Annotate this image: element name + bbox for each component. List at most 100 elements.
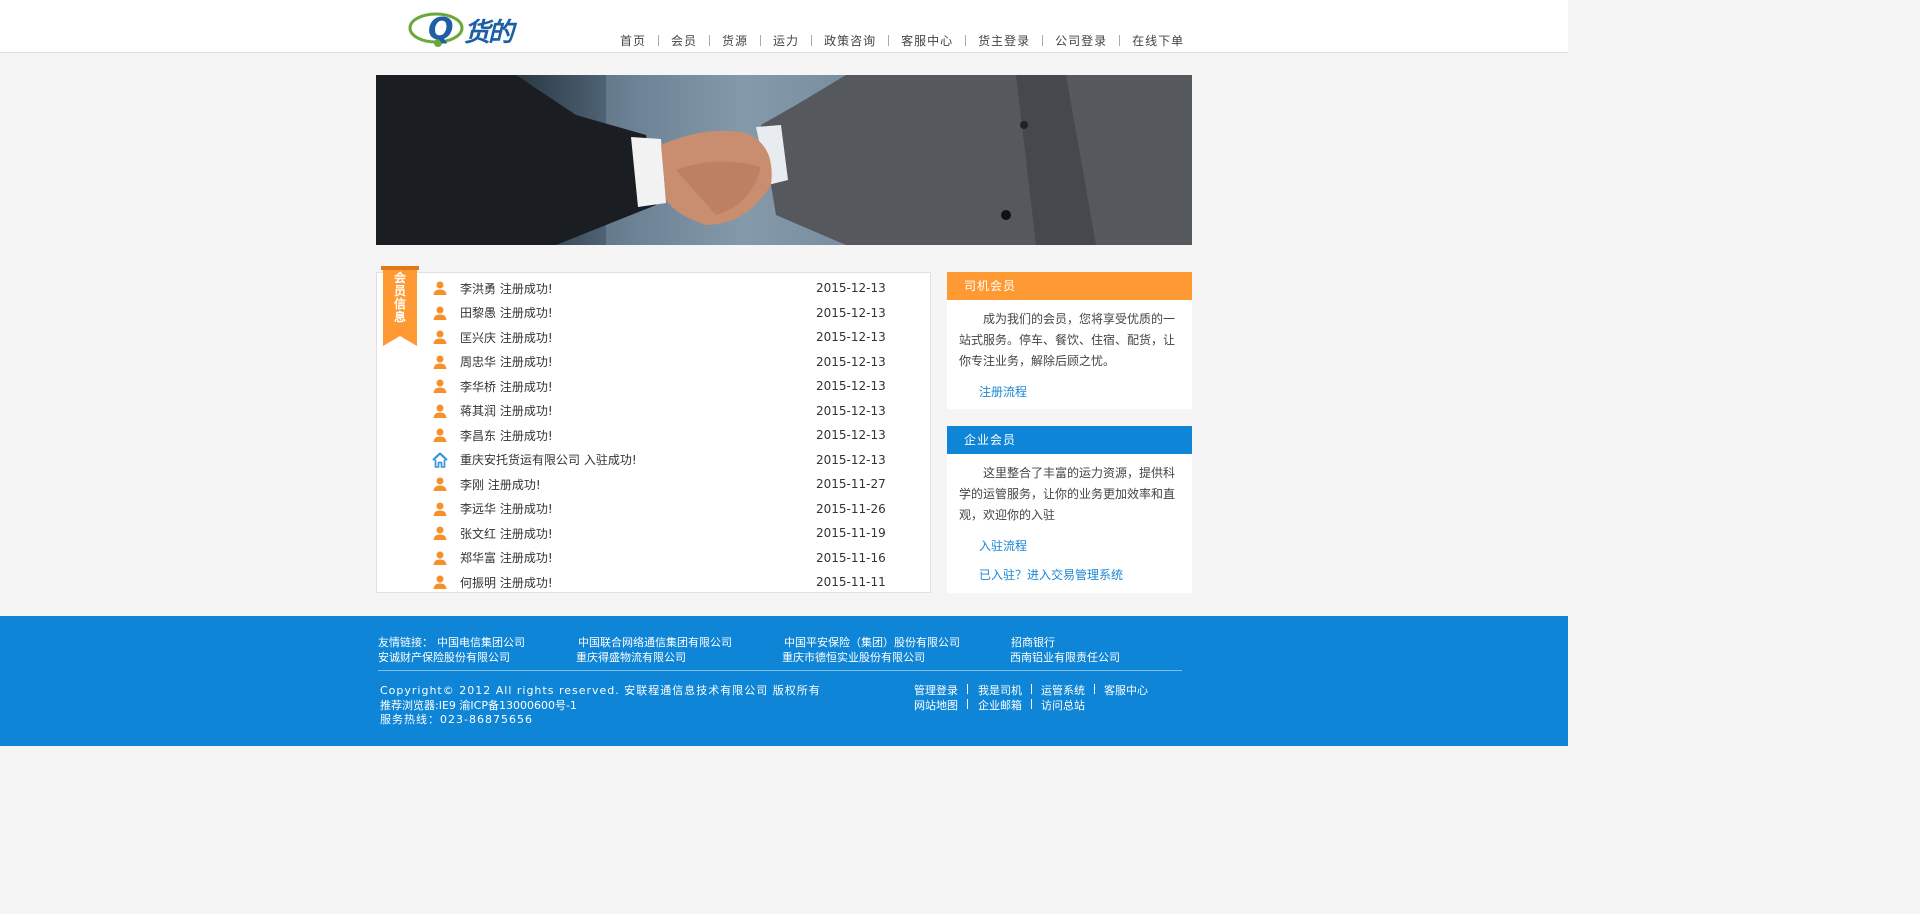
member-name: 何振明 注册成功! [460,575,553,590]
house-icon [432,451,448,468]
trade-system-link[interactable]: 已入驻？进入交易管理系统 [979,566,1123,583]
service-center-link[interactable]: 客服中心 [1104,682,1148,698]
member-list-item[interactable]: 李刚 注册成功! 2015-11-27 [432,472,892,496]
member-date: 2015-11-16 [816,550,886,565]
friend-link[interactable]: 重庆市德恒实业股份有限公司 [782,649,925,665]
nav-service[interactable]: 客服中心 [901,32,953,49]
member-date: 2015-12-13 [816,428,886,442]
nav-divider [1119,34,1121,46]
person-icon [432,525,448,541]
member-list-item[interactable]: 匡兴庆 注册成功! 2015-12-13 [432,325,892,349]
sitemap-link[interactable]: 网站地图 [914,697,958,713]
main-nav: 首页 会员 货源 运力 政策咨询 客服中心 货主登录 公司登录 在线下单 [620,31,1184,49]
person-icon [432,354,448,370]
member-list-item[interactable]: 蒋其润 注册成功! 2015-12-13 [432,399,892,423]
handshake-banner [376,75,1192,245]
member-list-item[interactable]: 郑华富 注册成功! 2015-11-16 [432,546,892,570]
nav-online-order[interactable]: 在线下单 [1132,32,1184,49]
ribbon-label: 会员信息 [393,271,406,324]
main-site-link[interactable]: 访问总站 [1041,697,1085,713]
person-icon [432,305,448,321]
nav-capacity[interactable]: 运力 [773,32,799,49]
nav-divider [709,34,711,46]
member-list-item[interactable]: 田黎愚 注册成功! 2015-12-13 [432,301,892,325]
footer-divider [378,670,1182,671]
person-icon [432,378,448,394]
member-list-item[interactable]: 何振明 注册成功! 2015-11-11 [432,570,892,594]
person-icon [432,550,448,566]
company-box-text: 这里整合了丰富的运力资源，提供科学的运管服务，让你的业务更加效率和直观，欢迎你的… [959,466,1176,522]
member-date: 2015-11-26 [816,501,886,516]
member-name: 张文红 注册成功! [460,526,553,541]
company-box-title: 企业会员 [947,426,1192,454]
nav-home[interactable]: 首页 [620,32,646,49]
person-icon [432,280,448,296]
driver-link[interactable]: 我是司机 [978,682,1022,698]
member-list-item[interactable]: 张文红 注册成功! 2015-11-19 [432,521,892,545]
friend-link[interactable]: 中国联合网络通信集团有限公司 [578,634,732,650]
person-icon [432,501,448,517]
member-date: 2015-12-13 [816,330,886,344]
member-name: 李华桥 注册成功! [460,379,553,394]
settle-process-link[interactable]: 入驻流程 [979,537,1027,554]
member-date: 2015-11-11 [816,575,886,589]
footer-link-divider [1031,684,1032,694]
member-date: 2015-11-19 [816,526,886,540]
footer-link-divider [1094,684,1095,694]
member-date: 2015-12-13 [816,354,886,369]
friend-link[interactable]: 招商银行 [1011,634,1055,650]
friend-link[interactable]: 安诚财产保险股份有限公司 [378,649,510,665]
company-member-box: 企业会员 这里整合了丰富的运力资源，提供科学的运管服务，让你的业务更加效率和直观… [947,426,1192,593]
member-name: 田黎愚 注册成功! [460,306,553,320]
member-list-item[interactable]: 周忠华 注册成功! 2015-12-13 [432,350,892,374]
member-list-item[interactable]: 李洪勇 注册成功! 2015-12-13 [432,276,892,300]
driver-box-title: 司机会员 [947,272,1192,300]
footer-link-divider [967,699,968,709]
member-name: 匡兴庆 注册成功! [460,330,553,345]
friend-link[interactable]: 中国电信集团公司 [437,634,525,650]
svg-text:Q: Q [428,12,454,47]
ops-system-link[interactable]: 运管系统 [1041,682,1085,698]
nav-divider [658,34,660,46]
nav-divider [888,34,890,46]
person-icon [432,427,448,443]
member-name: 郑华富 注册成功! [460,551,553,565]
person-icon [432,574,448,590]
logo-q-icon: Q [408,12,464,47]
nav-cargo[interactable]: 货源 [722,32,748,49]
friend-link[interactable]: 西南铝业有限责任公司 [1010,649,1120,665]
logo-text: 货的 [464,18,514,48]
driver-member-box: 司机会员 成为我们的会员，您将享受优质的一站式服务。停车、餐饮、住宿、配货，让你… [947,272,1192,409]
nav-divider [965,34,967,46]
friend-link[interactable]: 重庆得盛物流有限公司 [576,649,686,665]
member-date: 2015-11-27 [816,477,886,491]
member-name: 蒋其润 注册成功! [460,404,553,418]
nav-divider [760,34,762,46]
footer-link-divider [1031,699,1032,709]
member-date: 2015-12-13 [816,379,886,393]
member-list-item[interactable]: 重庆安托货运有限公司 入驻成功! 2015-12-13 [432,448,892,472]
site-header: Q 货的 首页 会员 货源 运力 政策咨询 客服中心 货主登录 公司登录 在线下… [0,0,1568,53]
hotline-text: 服务热线：023-86875656 [380,713,533,726]
nav-policy[interactable]: 政策咨询 [824,32,876,49]
driver-box-text: 成为我们的会员，您将享受优质的一站式服务。停车、餐饮、住宿、配货，让你专注业务，… [959,312,1176,368]
member-name: 周忠华 注册成功! [460,355,553,369]
person-icon [432,403,448,419]
admin-login-link[interactable]: 管理登录 [914,682,958,698]
member-date: 2015-12-13 [816,281,886,295]
member-date: 2015-12-13 [816,305,886,320]
nav-divider [811,34,813,46]
company-mail-link[interactable]: 企业邮箱 [978,697,1022,713]
register-process-link[interactable]: 注册流程 [979,383,1027,400]
nav-members[interactable]: 会员 [671,32,697,49]
member-list-item[interactable]: 李昌东 注册成功! 2015-12-13 [432,423,892,447]
member-list-item[interactable]: 李远华 注册成功! 2015-11-26 [432,497,892,521]
friend-link[interactable]: 中国平安保险（集团）股份有限公司 [784,634,960,650]
friend-links-label: 友情链接： [378,636,433,649]
nav-company-login[interactable]: 公司登录 [1055,32,1107,49]
copyright-text: Copyright© 2012 All rights reserved. 安联程… [380,684,821,697]
member-name: 李远华 注册成功! [460,502,553,516]
site-logo[interactable]: Q 货的 [408,6,533,52]
member-list-item[interactable]: 李华桥 注册成功! 2015-12-13 [432,374,892,398]
nav-shipper-login[interactable]: 货主登录 [978,32,1030,49]
